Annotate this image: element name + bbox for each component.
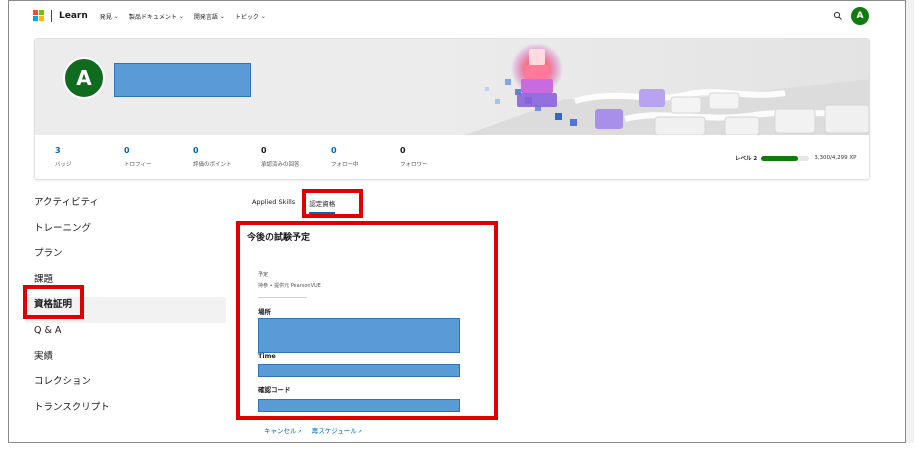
highlight-box-certifications-tab bbox=[302, 189, 363, 218]
stat-followers: 0 フォロワー bbox=[400, 146, 428, 168]
stat-following-value: 0 bbox=[331, 146, 337, 155]
external-link-icon: ↗ bbox=[297, 429, 302, 435]
user-avatar-button[interactable]: A bbox=[851, 7, 869, 25]
chevron-down-icon: ⌄ bbox=[113, 12, 119, 20]
stat-following[interactable]: 0 フォロー中 bbox=[331, 146, 359, 168]
level-label: レベル 2 bbox=[735, 156, 758, 162]
decorative-banner-illustration bbox=[425, 39, 869, 135]
profile-avatar: A bbox=[63, 57, 105, 99]
stat-badges-label: バッジ bbox=[55, 162, 72, 168]
chevron-down-icon: ⌄ bbox=[219, 12, 225, 20]
redacted-user-name bbox=[114, 63, 251, 97]
exam-actions: キャンセル↗ 再スケジュール↗ bbox=[264, 425, 362, 435]
sidebar-item-collections[interactable]: コレクション bbox=[34, 374, 234, 400]
stat-badges-value: 3 bbox=[55, 146, 61, 155]
nav-topics-label: トピック bbox=[234, 13, 259, 21]
sidebar-item-plans[interactable]: プラン bbox=[34, 246, 234, 272]
profile-card: A 3 バッジ 0 トロフィー 0 評価のポイント 0 承認済みの回答 0 フォ… bbox=[34, 38, 870, 180]
nav-product-docs-label: 製品ドキュメント bbox=[128, 13, 177, 21]
nav-discover[interactable]: 発見 ⌄ bbox=[100, 12, 119, 21]
stat-trophies-label: トロフィー bbox=[124, 162, 152, 168]
xp-progress-bar bbox=[761, 155, 810, 161]
xp-value: 3,300/4,299 XP bbox=[814, 155, 857, 161]
stat-accepted-answers: 0 承認済みの回答 bbox=[261, 146, 300, 168]
xp-progress-fill bbox=[761, 155, 799, 161]
scrollbar[interactable] bbox=[906, 0, 914, 443]
stat-followers-label: フォロワー bbox=[400, 162, 428, 168]
highlight-box-upcoming-exam bbox=[236, 221, 498, 420]
sidebar-item-activity[interactable]: アクティビティ bbox=[34, 195, 234, 221]
chevron-down-icon: ⌄ bbox=[178, 12, 184, 20]
stat-accepted-answers-label: 承認済みの回答 bbox=[261, 162, 300, 168]
cancel-link-label: キャンセル bbox=[264, 427, 297, 435]
stat-followers-value: 0 bbox=[400, 146, 406, 155]
stat-following-label: フォロー中 bbox=[331, 162, 359, 168]
cancel-link[interactable]: キャンセル↗ bbox=[264, 425, 302, 435]
chevron-down-icon: ⌄ bbox=[260, 12, 266, 20]
level-progress: レベル 2 3,300/4,299 XP bbox=[735, 154, 856, 162]
external-link-icon: ↗ bbox=[357, 429, 362, 435]
nav-topics[interactable]: トピック ⌄ bbox=[235, 12, 266, 21]
sidebar-item-transcript[interactable]: トランスクリプト bbox=[34, 400, 234, 426]
stat-reputation-value: 0 bbox=[193, 146, 199, 155]
microsoft-logo-icon[interactable] bbox=[33, 10, 45, 22]
profile-banner: A bbox=[35, 39, 869, 135]
stat-reputation[interactable]: 0 評価のポイント bbox=[193, 146, 232, 168]
sidebar-item-qa[interactable]: Q & A bbox=[34, 323, 234, 349]
reschedule-link-label: 再スケジュール bbox=[311, 427, 357, 435]
stat-trophies-value: 0 bbox=[124, 146, 130, 155]
nav-discover-label: 発見 bbox=[99, 13, 112, 21]
stat-trophies[interactable]: 0 トロフィー bbox=[124, 146, 151, 168]
nav-dev-languages-label: 開発言語 bbox=[193, 13, 218, 21]
profile-stats: 3 バッジ 0 トロフィー 0 評価のポイント 0 承認済みの回答 0 フォロー… bbox=[35, 135, 869, 179]
brand-link[interactable]: Learn bbox=[59, 11, 88, 21]
search-icon[interactable] bbox=[833, 11, 843, 21]
nav-divider bbox=[51, 10, 52, 22]
top-nav: Learn 発見 ⌄ 製品ドキュメント ⌄ 開発言語 ⌄ トピック ⌄ A bbox=[33, 7, 879, 25]
tab-applied-skills[interactable]: Applied Skills bbox=[252, 198, 295, 214]
reschedule-link[interactable]: 再スケジュール↗ bbox=[312, 425, 362, 435]
sidebar-item-training[interactable]: トレーニング bbox=[34, 221, 234, 247]
nav-dev-languages[interactable]: 開発言語 ⌄ bbox=[194, 12, 225, 21]
stat-reputation-label: 評価のポイント bbox=[193, 162, 232, 168]
stat-badges[interactable]: 3 バッジ bbox=[55, 146, 72, 168]
highlight-box-credentials bbox=[23, 285, 84, 319]
nav-product-docs[interactable]: 製品ドキュメント ⌄ bbox=[129, 12, 184, 21]
sidebar-item-achievements[interactable]: 実績 bbox=[34, 349, 234, 375]
stat-accepted-answers-value: 0 bbox=[261, 146, 267, 155]
